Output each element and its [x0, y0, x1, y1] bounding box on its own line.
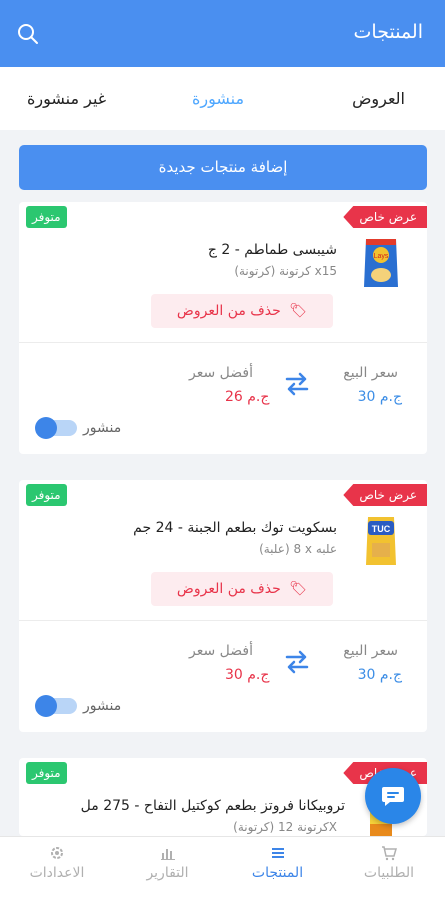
tab-offers[interactable]: العروض	[352, 89, 405, 108]
divider	[19, 342, 427, 343]
availability-badge: متوفر	[26, 762, 67, 784]
remove-label: حذف من العروض	[176, 581, 281, 597]
swap-arrows-icon	[285, 650, 309, 674]
published-label: منشور	[83, 420, 122, 436]
cart-icon	[354, 845, 424, 865]
product-name: بسكويت توك بطعم الجبنة - 24 جم	[133, 520, 337, 536]
availability-badge: متوفر	[26, 484, 67, 506]
product-image: TUC	[366, 517, 396, 565]
remove-from-offers-button[interactable]: حذف من العروض 🏷	[151, 294, 333, 328]
published-label: منشور	[83, 698, 122, 714]
remove-label: حذف من العروض	[176, 303, 281, 319]
nav-item-products[interactable]: المنتجات	[240, 845, 315, 881]
best-price-value: 26 ج.م	[225, 389, 270, 405]
product-card: عرض خاص متوفر Lays شيبسى طماطم - 2 ج (كر…	[19, 202, 427, 454]
app-bar: المنتجات	[0, 0, 445, 67]
published-toggle[interactable]	[35, 417, 77, 439]
product-description: (علبة) 8 x علبه	[259, 542, 337, 556]
search-icon[interactable]	[16, 22, 40, 46]
nav-item-settings[interactable]: الاعدادات	[18, 845, 96, 881]
gear-icon	[18, 845, 96, 865]
svg-text:Lays: Lays	[374, 253, 389, 260]
chat-fab-button[interactable]	[365, 768, 421, 824]
menu-icon	[240, 845, 315, 865]
nav-label: المنتجات	[251, 865, 304, 881]
product-card: عرض خاص متوفر TUC بسكويت توك بطعم الجبنة…	[19, 480, 427, 732]
tab-unpublished[interactable]: غير منشورة	[27, 89, 106, 108]
nav-item-reports[interactable]: التقارير	[135, 845, 200, 881]
product-name: شيبسى طماطم - 2 ج	[207, 242, 337, 258]
product-description: (كرتونة) كرتونة x15	[234, 264, 337, 278]
availability-badge: متوفر	[26, 206, 67, 228]
tag-icon: 🏷	[289, 303, 308, 319]
divider	[19, 620, 427, 621]
sell-price-value: 30 ج.م	[357, 389, 402, 405]
published-toggle[interactable]	[35, 695, 77, 717]
tab-published[interactable]: منشورة	[192, 89, 244, 108]
sell-price-label: سعر البيع	[343, 643, 398, 659]
special-offer-badge: عرض خاص	[343, 206, 427, 228]
best-price-label: أفضل سعر	[189, 643, 253, 659]
bottom-navigation: الطلبيات المنتجات التقارير الاعدادات	[0, 836, 445, 900]
sell-price-label: سعر البيع	[343, 365, 398, 381]
swap-arrows-icon	[285, 372, 309, 396]
remove-from-offers-button[interactable]: حذف من العروض 🏷	[151, 572, 333, 606]
special-offer-badge: عرض خاص	[343, 484, 427, 506]
product-description: (كرتونة) كرتونة 12X	[233, 820, 337, 834]
best-price-label: أفضل سعر	[189, 365, 253, 381]
page-title: المنتجات	[353, 21, 423, 43]
sell-price-value: 30 ج.م	[357, 667, 402, 683]
product-tabs: العروض منشورة غير منشورة	[0, 67, 445, 130]
toggle-knob	[35, 695, 57, 717]
tag-icon: 🏷	[289, 581, 308, 597]
svg-text:TUC: TUC	[372, 524, 391, 534]
best-price-value: 30 ج.م	[225, 667, 270, 683]
product-name: تروبيكانا فروتز بطعم كوكتيل التفاح - 275…	[80, 798, 345, 814]
chat-icon	[382, 787, 404, 806]
chart-icon	[135, 845, 200, 865]
nav-item-orders[interactable]: الطلبيات	[354, 845, 424, 881]
add-products-button[interactable]: إضافة منتجات جديدة	[19, 145, 427, 190]
nav-label: الاعدادات	[29, 865, 85, 881]
toggle-knob	[35, 417, 57, 439]
nav-label: الطلبيات	[363, 865, 415, 881]
nav-label: التقارير	[146, 865, 189, 881]
product-image: Lays	[364, 239, 398, 287]
